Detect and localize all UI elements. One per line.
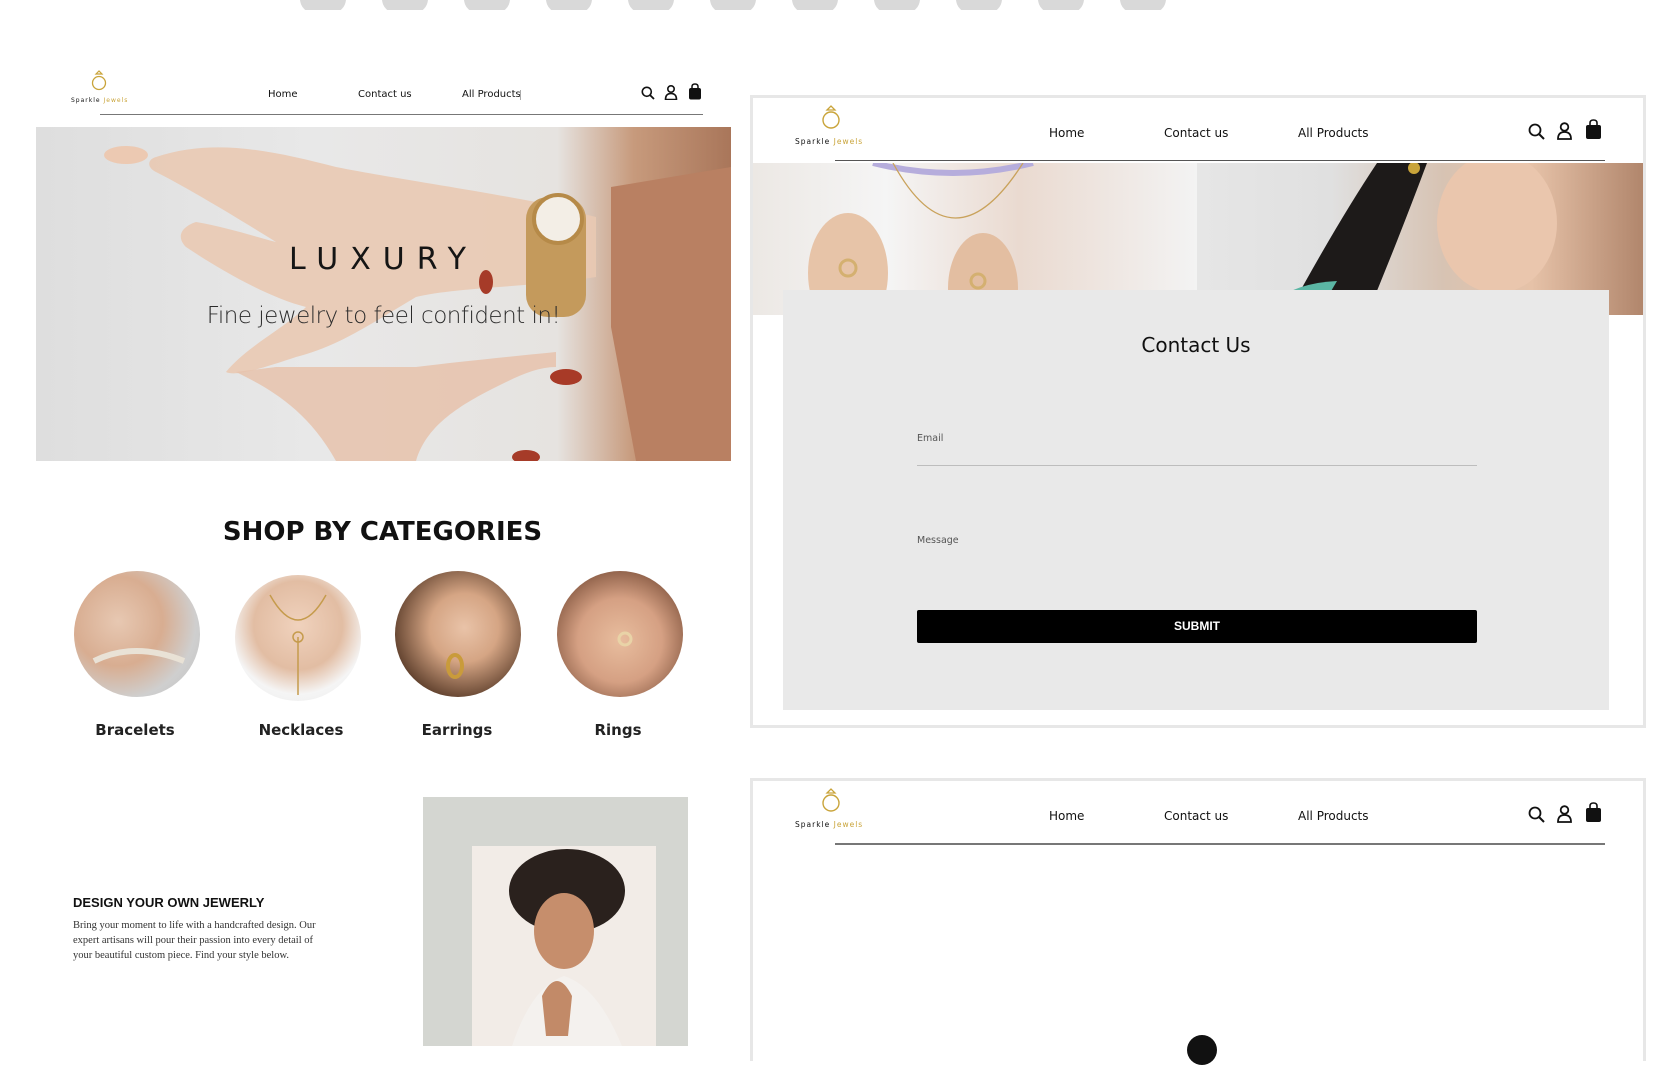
design-portrait-image — [472, 846, 656, 1046]
shopping-bag-icon[interactable] — [1585, 119, 1602, 140]
header-underline — [100, 114, 703, 115]
category-necklaces-image[interactable] — [235, 575, 361, 701]
nav-home[interactable]: Home — [1049, 809, 1084, 823]
logo[interactable]: Sparkle Jewels — [68, 70, 138, 110]
user-icon[interactable] — [1556, 122, 1573, 140]
design-image-panel — [423, 797, 688, 1046]
user-icon[interactable] — [664, 85, 678, 100]
nav-all-products[interactable]: All Products — [1298, 809, 1369, 823]
design-body-text: Bring your moment to life with a handcra… — [73, 920, 316, 961]
user-icon[interactable] — [1556, 805, 1573, 823]
category-rings-image[interactable] — [557, 571, 683, 697]
category-label-necklaces[interactable]: Necklaces — [221, 721, 381, 739]
header-underline — [835, 160, 1605, 161]
design-heading: DESIGN YOUR OWN JEWERLY — [73, 895, 265, 910]
category-label-bracelets[interactable]: Bracelets — [55, 721, 215, 739]
header-underline — [835, 843, 1605, 845]
contact-page-frame: Sparkle Jewels Home Contact us All Produ… — [750, 95, 1646, 728]
nav-contact[interactable]: Contact us — [358, 89, 412, 100]
category-label-rings[interactable]: Rings — [538, 721, 698, 739]
submit-button[interactable]: SUBMIT — [917, 610, 1477, 643]
search-icon[interactable] — [641, 86, 655, 100]
contact-heading: Contact Us — [1141, 333, 1251, 357]
logo-text: Sparkle Jewels — [795, 137, 864, 146]
ring-logo-icon — [822, 788, 840, 812]
category-label-earrings[interactable]: Earrings — [377, 721, 537, 739]
hero-banner: LUXURY Fine jewelry to feel confident in… — [36, 127, 731, 461]
nav-home[interactable]: Home — [1049, 126, 1084, 140]
contact-logo[interactable]: Sparkle Jewels — [795, 105, 875, 150]
hero-title: LUXURY — [289, 242, 478, 277]
nav-contact[interactable]: Contact us — [1164, 126, 1228, 140]
nav-all-products[interactable]: All Products — [1298, 126, 1369, 140]
products-page-frame: Sparkle Jewels Home Contact us All Produ… — [750, 778, 1646, 1065]
nav-home[interactable]: Home — [268, 89, 298, 100]
ring-logo-icon — [91, 70, 107, 91]
hero-subtitle: Fine jewelry to feel confident in! — [206, 303, 561, 329]
search-icon[interactable] — [1528, 123, 1545, 140]
cropped-top-strip — [300, 0, 1280, 10]
hero-hand-image — [104, 146, 731, 461]
ring-logo-icon — [822, 105, 840, 129]
message-field[interactable] — [917, 548, 1477, 598]
nav-divider — [520, 90, 521, 100]
home-header: Sparkle Jewels Home Contact us All Produ… — [0, 60, 740, 120]
products-logo[interactable]: Sparkle Jewels — [795, 788, 875, 833]
shopping-bag-icon[interactable] — [1585, 802, 1602, 823]
shopping-bag-icon[interactable] — [688, 83, 702, 100]
category-earrings-image[interactable] — [395, 571, 521, 697]
contact-form-panel: Contact Us Email Message SUBMIT — [783, 290, 1609, 710]
logo-text: Sparkle Jewels — [795, 820, 864, 829]
nav-contact[interactable]: Contact us — [1164, 809, 1228, 823]
email-field[interactable] — [917, 447, 1477, 466]
nav-all-products[interactable]: All Products — [462, 89, 521, 100]
search-icon[interactable] — [1528, 806, 1545, 823]
category-bracelets-image[interactable] — [74, 571, 200, 697]
categories-heading: SHOP BY CATEGORIES — [222, 517, 543, 547]
logo-text: Sparkle Jewels — [71, 97, 129, 104]
cropped-dark-shape — [1187, 1035, 1217, 1065]
email-label: Email — [917, 433, 944, 444]
message-label: Message — [917, 535, 959, 546]
